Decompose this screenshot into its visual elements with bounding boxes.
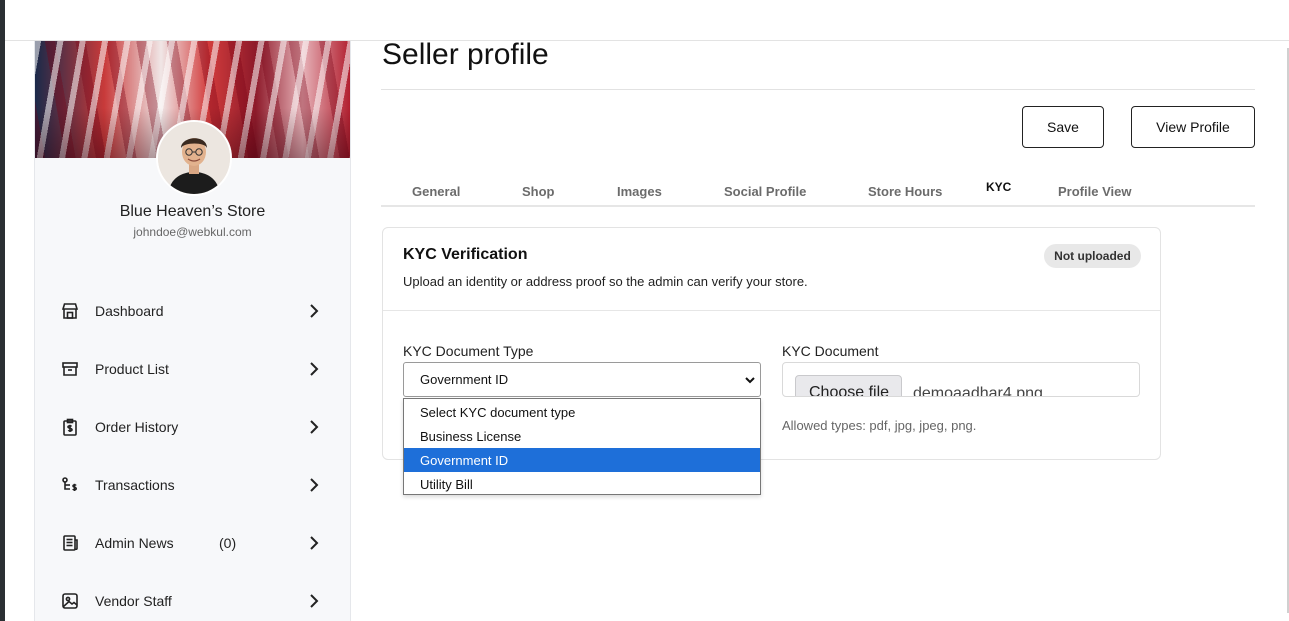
status-badge: Not uploaded — [1044, 244, 1141, 268]
sidebar-item-label: Order History — [95, 419, 179, 435]
chevron-right-icon — [307, 304, 321, 318]
card-subtitle: Upload an identity or address proof so t… — [403, 274, 808, 289]
sidebar-item-label: Product List — [95, 361, 169, 377]
sidebar: Blue Heaven’s Store johndoe@webkul.com D… — [34, 41, 351, 621]
top-bar — [5, 0, 1289, 41]
chevron-right-icon — [307, 536, 321, 550]
clipboard-dollar-icon — [60, 417, 80, 437]
option-select-kyc-type[interactable]: Select KYC document type — [404, 400, 760, 424]
doc-file-label: KYC Document — [782, 343, 879, 359]
sidebar-item-admin-news[interactable]: Admin News (0) — [35, 523, 350, 563]
newspaper-icon — [60, 533, 80, 553]
news-count: (0) — [219, 535, 237, 551]
allowed-types-hint: Allowed types: pdf, jpg, jpeg, png. — [782, 418, 977, 433]
tab-social-profile[interactable]: Social Profile — [724, 184, 806, 199]
tab-store-hours[interactable]: Store Hours — [868, 184, 942, 199]
window-edge — [0, 0, 5, 621]
doc-type-dropdown: Select KYC document type Business Licens… — [403, 398, 761, 495]
chevron-right-icon — [307, 594, 321, 608]
tabs-divider — [381, 205, 1255, 207]
image-frame-icon — [60, 591, 80, 611]
chevron-down-icon — [744, 374, 756, 386]
doc-type-value: Government ID — [420, 372, 509, 387]
chevron-right-icon — [307, 420, 321, 434]
card-divider — [383, 310, 1160, 311]
file-name: demoaadhar4.png — [913, 385, 1043, 397]
doc-type-label: KYC Document Type — [403, 343, 534, 359]
transfer-dollar-icon — [60, 475, 80, 495]
file-input[interactable]: Choose file demoaadhar4.png — [782, 362, 1140, 397]
view-profile-button[interactable]: View Profile — [1131, 106, 1255, 148]
choose-file-button[interactable]: Choose file — [795, 375, 902, 396]
tab-kyc[interactable]: KYC — [986, 180, 1011, 194]
card-title: KYC Verification — [403, 246, 528, 263]
option-utility-bill[interactable]: Utility Bill — [404, 472, 760, 496]
store-name: Blue Heaven’s Store — [119, 203, 266, 220]
tab-shop[interactable]: Shop — [522, 184, 555, 199]
sidebar-item-vendor-staff[interactable]: Vendor Staff — [35, 581, 350, 621]
sidebar-item-transactions[interactable]: Transactions — [35, 465, 350, 505]
sidebar-item-label: Admin News — [95, 535, 174, 551]
sidebar-item-dashboard[interactable]: Dashboard — [35, 291, 350, 331]
archive-box-icon — [60, 359, 80, 379]
sidebar-item-label: Transactions — [95, 477, 175, 493]
option-business-license[interactable]: Business License — [404, 424, 760, 448]
chevron-right-icon — [307, 362, 321, 376]
tab-images[interactable]: Images — [617, 184, 662, 199]
avatar — [156, 120, 232, 196]
tab-general[interactable]: General — [412, 184, 460, 199]
tab-profile-view[interactable]: Profile View — [1058, 184, 1131, 199]
sidebar-item-product-list[interactable]: Product List — [35, 349, 350, 389]
sidebar-item-label: Vendor Staff — [95, 593, 172, 609]
divider — [381, 89, 1255, 90]
option-government-id[interactable]: Government ID — [404, 448, 760, 472]
page-title: Seller profile — [382, 38, 549, 71]
store-icon — [60, 301, 80, 321]
store-email: johndoe@webkul.com — [133, 225, 252, 239]
sidebar-item-order-history[interactable]: Order History — [35, 407, 350, 447]
sidebar-item-label: Dashboard — [95, 303, 164, 319]
doc-type-select[interactable]: Government ID — [403, 362, 761, 397]
save-button[interactable]: Save — [1022, 106, 1104, 148]
chevron-right-icon — [307, 478, 321, 492]
